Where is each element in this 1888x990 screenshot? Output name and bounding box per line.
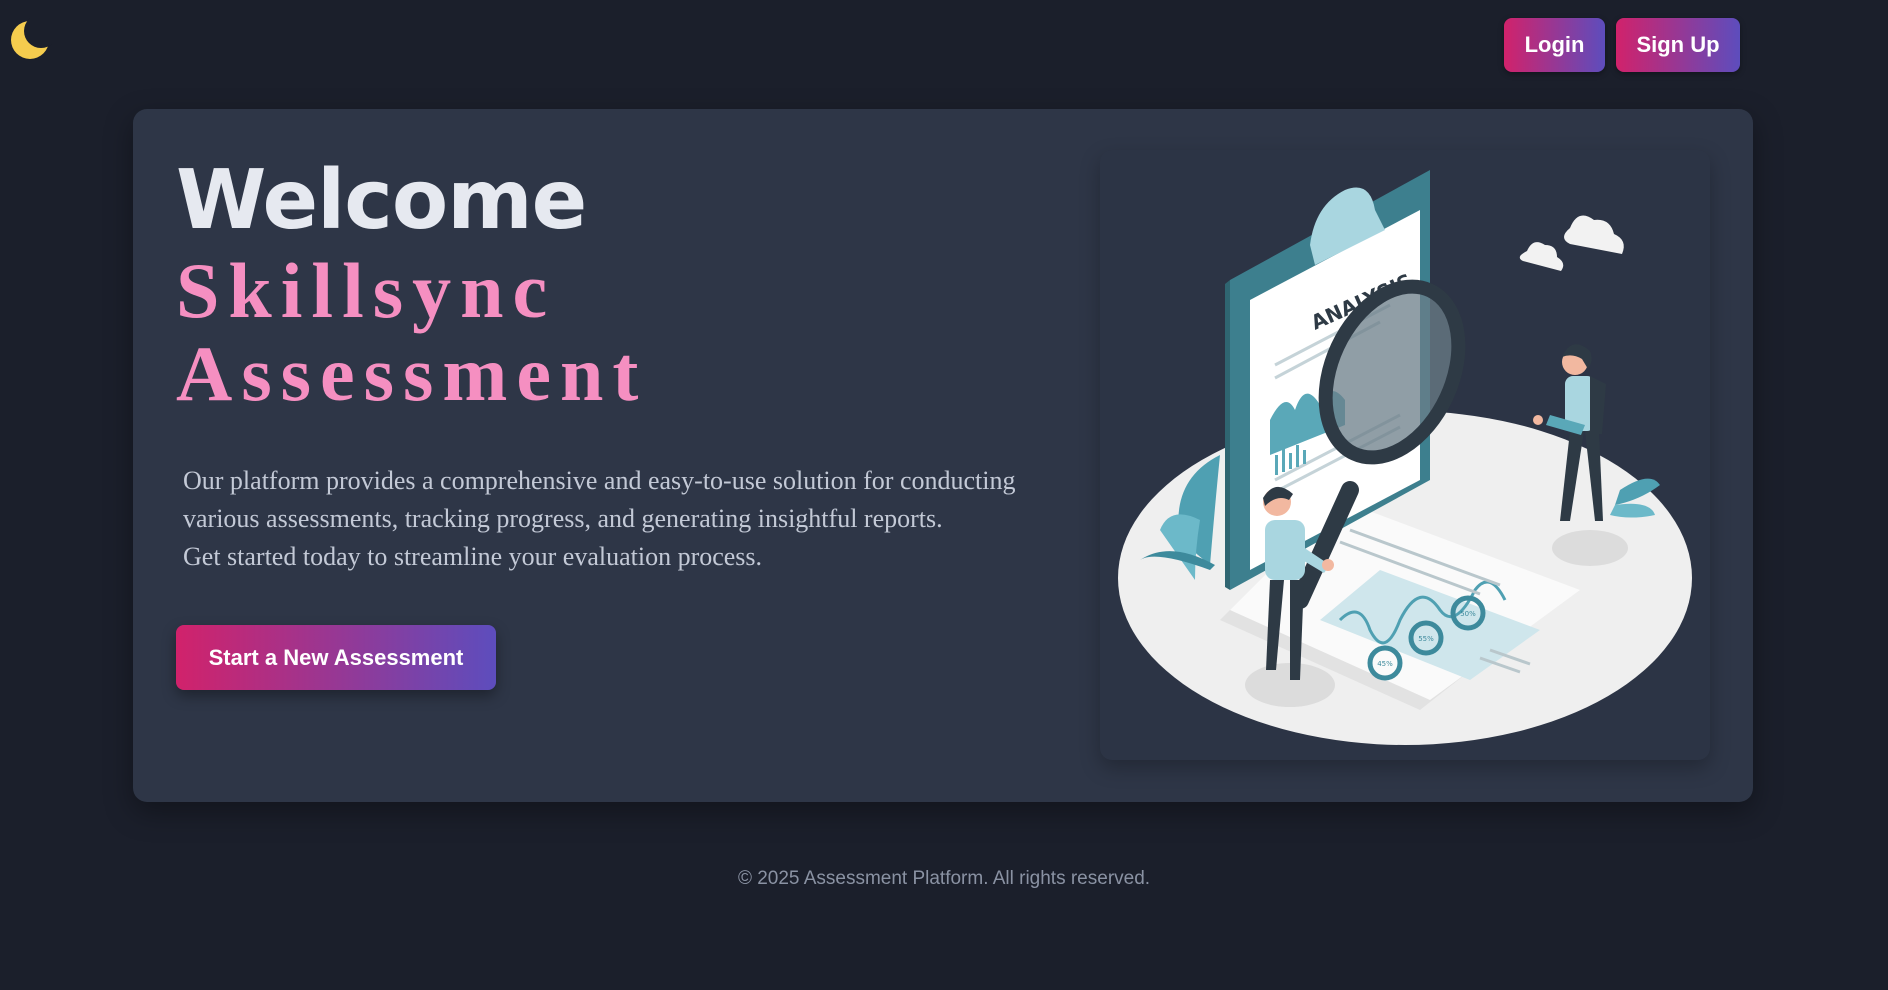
moon-icon[interactable] <box>10 14 58 60</box>
description-line: Our platform provides a comprehensive an… <box>183 466 1016 495</box>
brand-title-line-1: Skillsync <box>176 247 557 334</box>
brand-title-line-2: Assessment <box>176 330 648 417</box>
badge-label: 55% <box>1418 635 1434 643</box>
landing-page: Login Sign Up Welcome Skillsync Assessme… <box>0 0 1888 990</box>
description-line: various assessments, tracking progress, … <box>183 504 943 533</box>
badge-label: 45% <box>1377 660 1393 668</box>
welcome-heading: Welcome <box>176 153 587 248</box>
analysis-illustration-art: 50% 55% 45% ANALYSIS <box>1118 170 1692 745</box>
badge-label: 50% <box>1460 610 1476 618</box>
signup-button[interactable]: Sign Up <box>1616 18 1740 72</box>
description-line: Get started today to streamline your eva… <box>183 542 763 571</box>
cloud-icon <box>1519 215 1624 271</box>
analysis-illustration: 50% 55% 45% ANALYSIS <box>1100 150 1710 760</box>
login-button[interactable]: Login <box>1504 18 1605 72</box>
footer-copyright: © 2025 Assessment Platform. All rights r… <box>737 868 1151 889</box>
hero-description: Our platform provides a comprehensive an… <box>183 462 1083 576</box>
start-assessment-button[interactable]: Start a New Assessment <box>176 625 496 690</box>
